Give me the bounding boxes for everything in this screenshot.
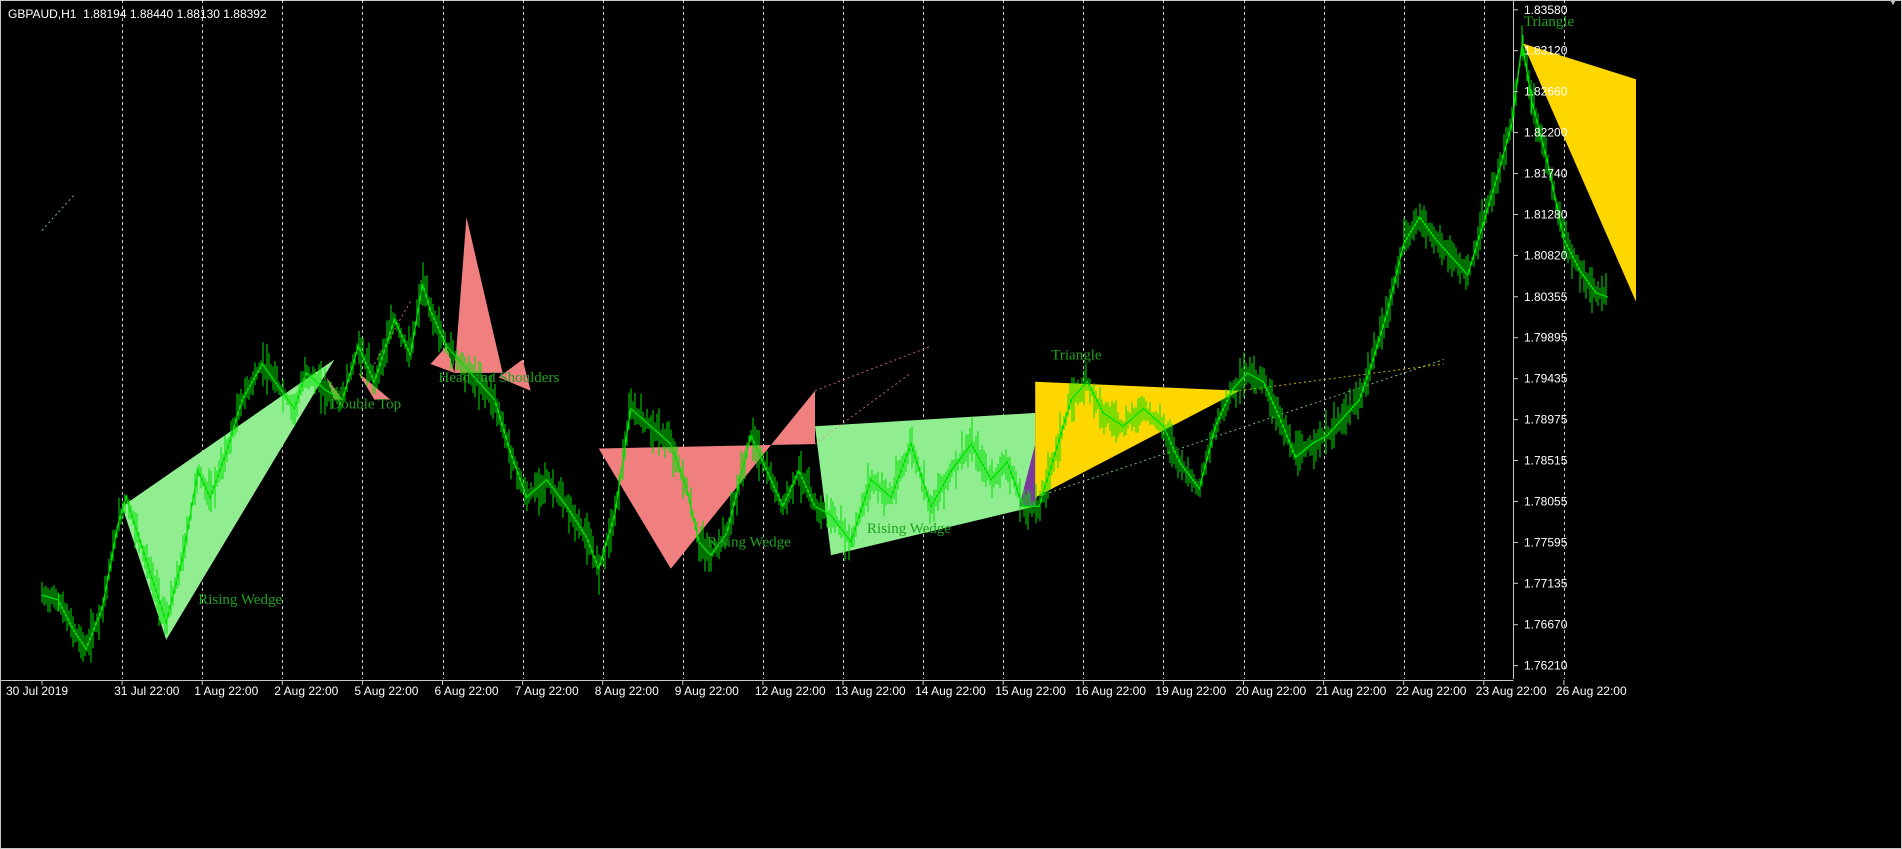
price-chart[interactable]: Rising Wedge Double Top Head and Shoulders… xyxy=(0,0,1902,849)
time-tick-label: 19 Aug 22:00 xyxy=(1155,684,1226,698)
projection-line-0 xyxy=(814,345,932,392)
chart-shift-marker-icon xyxy=(1890,0,1896,5)
pattern-label: Rising Wedge xyxy=(707,534,791,550)
time-tick-label: 30 Jul 2019 xyxy=(6,684,68,698)
pattern-label: Rising Wedge xyxy=(867,521,951,537)
time-tick-label: 2 Aug 22:00 xyxy=(274,684,338,698)
price-tick-label: 1.81740 xyxy=(1524,167,1568,181)
ohlc-quote: 1.88194 1.88440 1.88130 1.88392 xyxy=(83,7,267,21)
time-tick-label: 5 Aug 22:00 xyxy=(354,684,418,698)
pattern-label: Triangle xyxy=(1051,348,1102,364)
time-tick-label: 20 Aug 22:00 xyxy=(1236,684,1307,698)
price-tick-label: 1.82200 xyxy=(1524,126,1568,140)
time-tick-label: 15 Aug 22:00 xyxy=(995,684,1066,698)
pattern-area-9 xyxy=(1035,381,1240,498)
price-tick-label: 1.77135 xyxy=(1524,576,1568,590)
time-tick-label: 14 Aug 22:00 xyxy=(915,684,986,698)
time-tick-label: 16 Aug 22:00 xyxy=(1075,684,1146,698)
time-tick-label: 26 Aug 22:00 xyxy=(1556,684,1627,698)
candle-series xyxy=(41,25,1609,663)
time-tick-label: 13 Aug 22:00 xyxy=(835,684,906,698)
price-tick-label: 1.83120 xyxy=(1524,44,1568,58)
time-tick-label: 1 Aug 22:00 xyxy=(194,684,258,698)
time-tick-label: 22 Aug 22:00 xyxy=(1396,684,1467,698)
pattern-label: Rising Wedge xyxy=(198,592,282,608)
pattern-overlays xyxy=(122,43,1636,640)
price-tick-label: 1.79895 xyxy=(1524,331,1568,345)
pattern-area-4 xyxy=(454,217,503,373)
price-tick-label: 1.79435 xyxy=(1524,372,1568,386)
price-tick-label: 1.80355 xyxy=(1524,290,1568,304)
time-tick-label: 31 Jul 22:00 xyxy=(114,684,180,698)
time-tick-label: 6 Aug 22:00 xyxy=(435,684,499,698)
pattern-label: Double Top xyxy=(330,396,401,412)
time-axis: 30 Jul 2019 31 Jul 22:00 1 Aug 22:00 2 Aug … xyxy=(6,680,1627,698)
price-path xyxy=(41,43,1609,651)
price-tick-label: 1.78515 xyxy=(1524,454,1568,468)
price-tick-label: 1.77595 xyxy=(1524,535,1568,549)
symbol-info: GBPAUD,H1 1.88194 1.88440 1.88130 1.8839… xyxy=(8,7,267,21)
projection-line-2 xyxy=(373,301,411,365)
time-tick-label: 12 Aug 22:00 xyxy=(755,684,826,698)
price-tick-label: 1.78055 xyxy=(1524,494,1568,508)
price-bars xyxy=(41,25,1607,663)
price-tick-label: 1.81280 xyxy=(1524,207,1568,221)
price-tick-label: 1.76210 xyxy=(1524,659,1568,673)
time-tick-label: 7 Aug 22:00 xyxy=(515,684,579,698)
time-tick-label: 21 Aug 22:00 xyxy=(1316,684,1387,698)
pattern-label: Head and Shoulders xyxy=(438,370,559,386)
price-tick-label: 1.80820 xyxy=(1524,248,1568,262)
time-tick-label: 8 Aug 22:00 xyxy=(595,684,659,698)
price-tick-label: 1.82660 xyxy=(1524,85,1568,99)
price-tick-label: 1.83580 xyxy=(1524,3,1568,17)
time-tick-label: 23 Aug 22:00 xyxy=(1476,684,1547,698)
time-tick-label: 9 Aug 22:00 xyxy=(675,684,739,698)
price-tick-label: 1.78975 xyxy=(1524,413,1568,427)
projection-line-5 xyxy=(41,194,75,231)
price-tick-label: 1.76670 xyxy=(1524,618,1568,632)
symbol-label: GBPAUD,H1 xyxy=(8,7,77,21)
